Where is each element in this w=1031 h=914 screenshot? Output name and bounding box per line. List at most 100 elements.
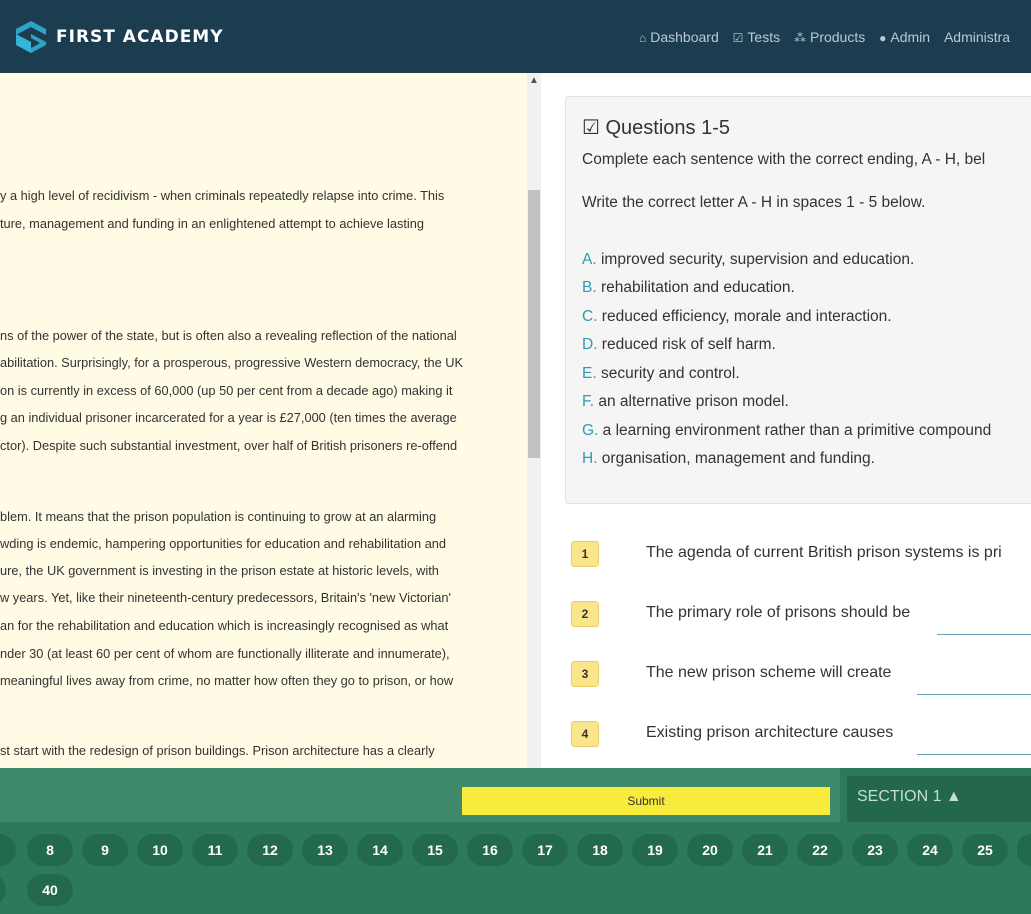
answer-input[interactable] <box>937 634 1031 635</box>
option-letter: C. <box>582 308 598 325</box>
answer-input[interactable] <box>917 754 1031 755</box>
question-nav-button[interactable]: 25 <box>962 834 1008 866</box>
scrollbar-thumb[interactable] <box>528 190 540 458</box>
option-item: F. an alternative prison model. <box>582 393 789 411</box>
nav-admin[interactable]: ● Admin <box>879 29 930 45</box>
answer-input[interactable] <box>917 694 1031 695</box>
passage-line: nder 30 (at least 60 per cent of whom ar… <box>0 646 450 661</box>
passage-line: ure, the UK government is investing in t… <box>0 563 439 578</box>
option-item: H. organisation, management and funding. <box>582 450 875 468</box>
question-nav-button[interactable]: 10 <box>137 834 183 866</box>
option-letter: F. <box>582 393 595 410</box>
option-letter: A. <box>582 251 597 268</box>
warning-icon: ▲ <box>945 788 962 805</box>
option-text: a learning environment rather than a pri… <box>598 422 992 439</box>
section-label: SECTION 1 <box>857 788 942 805</box>
instruction-text: Write the correct letter A - H in spaces… <box>582 194 926 211</box>
question-text: Existing prison architecture causes <box>646 724 894 741</box>
nav-products-label: Products <box>809 29 866 45</box>
check-square-icon: ☑ <box>582 117 606 139</box>
question-nav-button[interactable]: 15 <box>412 834 458 866</box>
question-nav-button[interactable]: 22 <box>797 834 843 866</box>
option-letter: D. <box>582 336 598 353</box>
passage-line: on is currently in excess of 60,000 (up … <box>0 383 453 398</box>
question-nav-button[interactable]: 9 <box>82 834 128 866</box>
question-nav-button[interactable]: 14 <box>357 834 403 866</box>
question-nav-button[interactable] <box>0 834 16 866</box>
option-letter: B. <box>582 279 597 296</box>
passage-line: blem. It means that the prison populatio… <box>0 509 437 524</box>
question-nav-button[interactable]: 13 <box>302 834 348 866</box>
questions-pane: ☑ Questions 1-5 Complete each sentence w… <box>541 73 1031 768</box>
nav-admin-label: Admin <box>890 29 931 45</box>
question-nav-button[interactable]: 19 <box>632 834 678 866</box>
question-nav-button[interactable]: 11 <box>192 834 238 866</box>
option-letter: E. <box>582 365 597 382</box>
question-number: 2 <box>571 601 599 627</box>
circle-icon: ● <box>879 31 887 45</box>
nav-products[interactable]: ⁂ Products <box>794 29 865 45</box>
cubes-icon: ⁂ <box>793 31 806 45</box>
nav-tests[interactable]: ☑ Tests <box>733 29 780 45</box>
home-icon: ⌂ <box>639 31 647 45</box>
passage-line: ns of the power of the state, but is oft… <box>0 328 457 343</box>
option-text: reduced risk of self harm. <box>597 336 776 353</box>
first-academy-logo-icon <box>16 21 46 53</box>
questions-title: ☑ Questions 1-5 <box>582 115 730 140</box>
question-nav-button[interactable]: 8 <box>27 834 73 866</box>
question-nav-button[interactable] <box>0 874 6 906</box>
option-text: organisation, management and funding. <box>597 450 875 467</box>
passage-line: ture, management and funding in an enlig… <box>0 216 425 231</box>
question-number: 3 <box>571 661 599 687</box>
section-tab[interactable]: SECTION 1 ▲ <box>847 776 1031 822</box>
option-text: improved security, supervision and educa… <box>596 251 915 268</box>
nav-dashboard[interactable]: ⌂ Dashboard <box>639 29 719 45</box>
option-letter: G. <box>582 422 599 439</box>
option-text: reduced efficiency, morale and interacti… <box>597 308 892 325</box>
instruction-text: Complete each sentence with the correct … <box>582 151 986 168</box>
question-nav-button[interactable]: 20 <box>687 834 733 866</box>
reading-passage: y a high level of recidivism - when crim… <box>0 73 527 768</box>
check-square-icon: ☑ <box>732 31 744 45</box>
passage-line: g an individual prisoner incarcerated fo… <box>0 410 457 425</box>
passage-line: w years. Yet, like their nineteenth-cent… <box>0 590 451 605</box>
scroll-up-icon[interactable]: ▲ <box>529 75 539 86</box>
top-navbar: FIRST ACADEMY ⌂ Dashboard ☑ Tests ⁂ Product… <box>0 0 1031 73</box>
passage-line: abilitation. Surprisingly, for a prosper… <box>0 355 464 370</box>
question-nav-button[interactable]: 18 <box>577 834 623 866</box>
question-nav-button[interactable]: 24 <box>907 834 953 866</box>
option-item: E. security and control. <box>582 365 740 383</box>
option-item: D. reduced risk of self harm. <box>582 336 776 354</box>
passage-line: meaningful lives away from crime, no mat… <box>0 673 454 688</box>
option-text: an alternative prison model. <box>594 393 789 410</box>
option-letter: H. <box>582 450 598 467</box>
option-item: G. a learning environment rather than a … <box>582 422 991 440</box>
nav-administration-label: Administra <box>943 29 1011 45</box>
question-nav-button[interactable]: 40 <box>27 874 73 906</box>
brand-logo[interactable]: FIRST ACADEMY <box>16 21 224 53</box>
main-nav: ⌂ Dashboard ☑ Tests ⁂ Products ● Admin Admin… <box>639 29 1020 45</box>
submit-button[interactable]: Submit <box>462 787 830 815</box>
option-text: security and control. <box>596 365 740 382</box>
passage-line: y a high level of recidivism - when crim… <box>0 188 445 203</box>
question-nav-button[interactable]: 21 <box>742 834 788 866</box>
brand-name: FIRST ACADEMY <box>56 27 224 47</box>
passage-line: wding is endemic, hampering opportunitie… <box>0 536 447 551</box>
passage-line: an for the rehabilitation and education … <box>0 618 449 633</box>
question-text: The primary role of prisons should be <box>646 604 911 621</box>
questions-title-text: Questions 1-5 <box>605 117 731 139</box>
question-text: The new prison scheme will create <box>646 664 892 681</box>
nav-dashboard-label: Dashboard <box>650 29 719 45</box>
passage-line: st start with the redesign of prison bui… <box>0 743 435 758</box>
nav-administration[interactable]: Administra <box>944 29 1010 45</box>
question-nav-button[interactable]: 23 <box>852 834 898 866</box>
question-nav-button[interactable]: 12 <box>247 834 293 866</box>
questions-box: ☑ Questions 1-5 Complete each sentence w… <box>565 96 1031 504</box>
question-nav-button[interactable]: 17 <box>522 834 568 866</box>
question-nav-button[interactable] <box>1017 834 1031 866</box>
option-text: rehabilitation and education. <box>596 279 795 296</box>
question-text: The agenda of current British prison sys… <box>646 544 1002 561</box>
option-item: B. rehabilitation and education. <box>582 279 795 297</box>
option-item: A. improved security, supervision and ed… <box>582 251 914 269</box>
question-nav-button[interactable]: 16 <box>467 834 513 866</box>
